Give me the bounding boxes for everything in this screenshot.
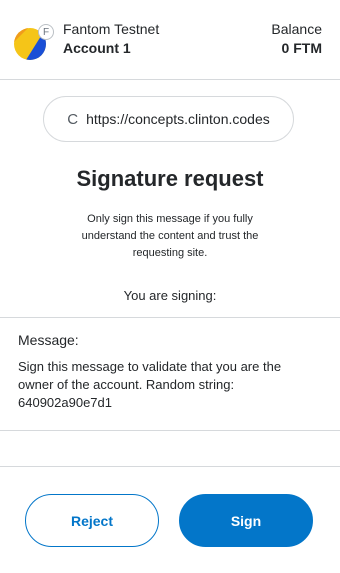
- balance-label: Balance: [271, 21, 322, 37]
- message-text: Sign this message to validate that you a…: [18, 359, 282, 410]
- reject-button[interactable]: Reject: [25, 494, 159, 547]
- account-avatar-group[interactable]: F: [14, 24, 54, 60]
- balance-value: 0 FTM: [281, 40, 322, 56]
- header: F Fantom Testnet Account 1 Balance 0 FTM: [0, 0, 340, 80]
- site-origin-pill: C https://concepts.clinton.codes: [43, 96, 294, 142]
- account-name: Account 1: [63, 40, 131, 56]
- page-title: Signature request: [76, 166, 264, 191]
- site-favicon-icon: C: [67, 110, 79, 128]
- message-label: Message:: [18, 332, 79, 348]
- sign-button[interactable]: Sign: [179, 494, 313, 547]
- network-name: Fantom Testnet: [63, 21, 160, 37]
- signing-label: You are signing:: [123, 288, 217, 303]
- message-box[interactable]: Message: Sign this message to validate t…: [0, 317, 340, 431]
- site-url: https://concepts.clinton.codes: [86, 111, 270, 127]
- footer-divider: [0, 466, 340, 467]
- warning-text: Only sign this message if you fully unde…: [81, 213, 259, 259]
- network-badge-icon: F: [38, 24, 54, 40]
